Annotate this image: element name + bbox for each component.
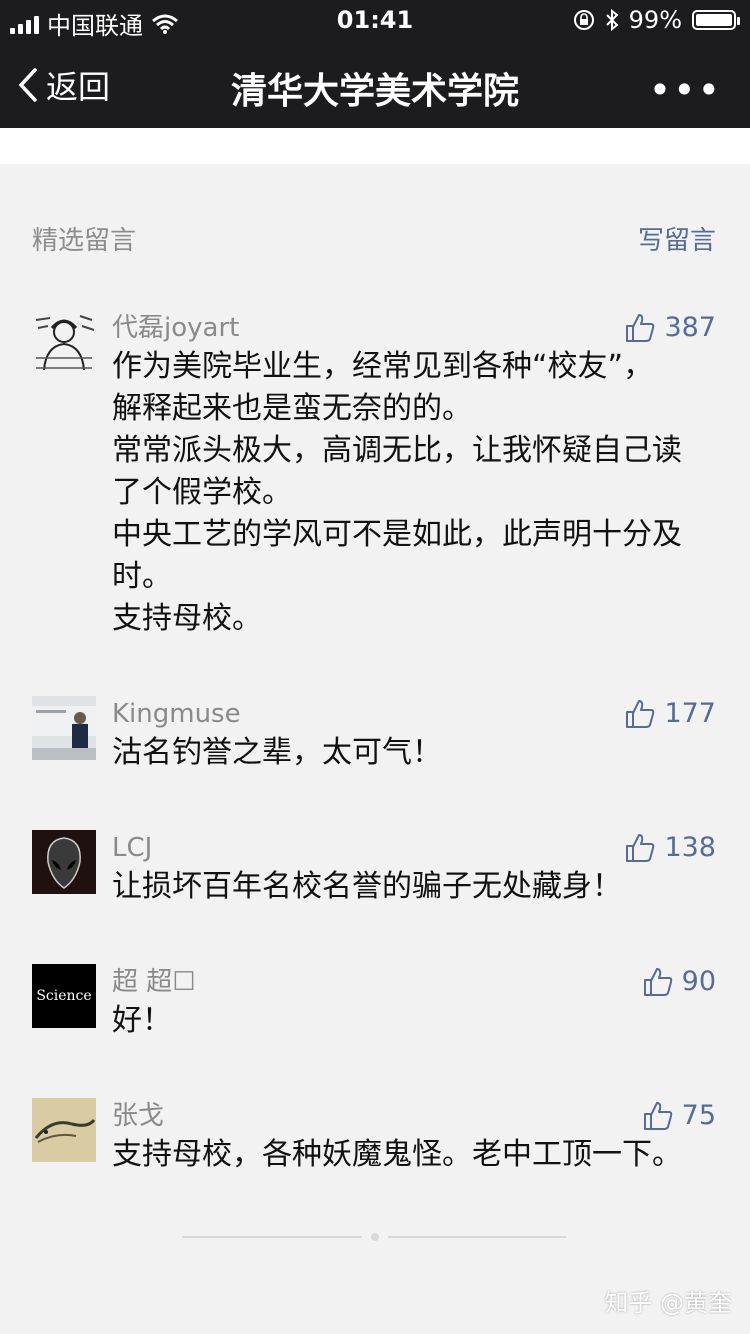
like-count: 387 — [664, 312, 716, 343]
sketch-avatar-icon — [32, 310, 96, 374]
nav-bar: 返回 清华大学美术学院 ••• — [0, 40, 750, 128]
thumbs-up-icon — [626, 314, 655, 342]
comment-line: 沽名钓誉之辈，太可气！ — [112, 735, 442, 770]
page-title: 清华大学美术学院 — [230, 71, 519, 112]
comments-section: 精选留言 写留言 代磊joyart 387 作为美院毕业生，经常见到各种“校友”… — [0, 164, 750, 1334]
thumbs-up-icon — [643, 968, 672, 996]
comment-author: 超 超☐ — [112, 967, 196, 997]
avatar[interactable] — [32, 830, 96, 894]
comment-line: 支持母校，各种妖魔鬼怪。老中工顶一下。 — [112, 1137, 682, 1172]
comment-line: 好！ — [112, 1003, 172, 1038]
comment-text: 作为美院毕业生，经常见到各种“校友”， 解释起来也是蛮无奈的的。 常常派头极大，… — [112, 346, 716, 640]
write-comment-button[interactable]: 写留言 — [638, 220, 716, 257]
rotation-lock-icon — [573, 10, 594, 30]
comment-text: 让损坏百年名校名誉的骗子无处藏身！ — [112, 866, 716, 908]
more-button[interactable]: ••• — [649, 68, 722, 112]
thumbs-up-icon — [626, 834, 655, 862]
like-button[interactable]: 75 — [642, 1098, 716, 1134]
comment-text: 支持母校，各种妖魔鬼怪。老中工顶一下。 — [112, 1134, 716, 1176]
like-button[interactable]: 138 — [624, 830, 716, 866]
avatar[interactable]: Science — [32, 964, 96, 1028]
bluetooth-icon — [605, 9, 619, 31]
comment-text: 沽名钓誉之辈，太可气！ — [112, 732, 716, 774]
avatar[interactable] — [32, 696, 96, 760]
photo-avatar-icon — [32, 696, 96, 760]
status-bar: 中国联通 01:41 99% — [0, 0, 750, 40]
like-button[interactable]: 90 — [642, 964, 716, 1000]
avatar-text: Science — [36, 988, 92, 1004]
comment-author: 张戈 — [112, 1101, 165, 1131]
like-count: 75 — [681, 1100, 716, 1131]
battery-icon — [692, 10, 740, 30]
end-divider-dot — [371, 1233, 379, 1241]
comment-line: 让损坏百年名校名誉的骗子无处藏身！ — [112, 869, 622, 904]
like-count: 90 — [681, 966, 716, 997]
like-button[interactable]: 177 — [624, 696, 716, 732]
avatar[interactable] — [32, 1098, 96, 1162]
like-count: 177 — [664, 698, 716, 729]
end-divider-left — [182, 1236, 362, 1238]
end-divider-right — [388, 1236, 566, 1238]
watermark: 知乎 @黄奎 — [604, 1289, 732, 1317]
thumbs-up-icon — [643, 1102, 672, 1130]
comment-line: 作为美院毕业生，经常见到各种“校友”， — [112, 349, 654, 384]
like-button[interactable]: 387 — [624, 310, 716, 346]
featured-comments-label: 精选留言 — [32, 226, 137, 256]
like-count: 138 — [664, 832, 716, 863]
battery-percent: 99% — [628, 6, 682, 34]
article-bottom — [0, 128, 750, 164]
comment-line: 常常派头极大，高调无比，让我怀疑自己读 — [112, 433, 682, 468]
comment-line: 时。 — [112, 559, 172, 594]
comment-line: 解释起来也是蛮无奈的的。 — [112, 391, 472, 426]
comment-line: 中央工艺的学风可不是如此，此声明十分及 — [112, 517, 682, 552]
comment-line: 支持母校。 — [112, 601, 262, 636]
painting-avatar-icon — [32, 1098, 96, 1162]
avatar[interactable] — [32, 310, 96, 374]
comment-line: 了个假学校。 — [112, 475, 292, 510]
alien-avatar-icon — [32, 830, 96, 894]
thumbs-up-icon — [626, 700, 655, 728]
comments-header: 精选留言 写留言 — [32, 220, 716, 260]
comment-text: 好！ — [112, 1000, 716, 1042]
